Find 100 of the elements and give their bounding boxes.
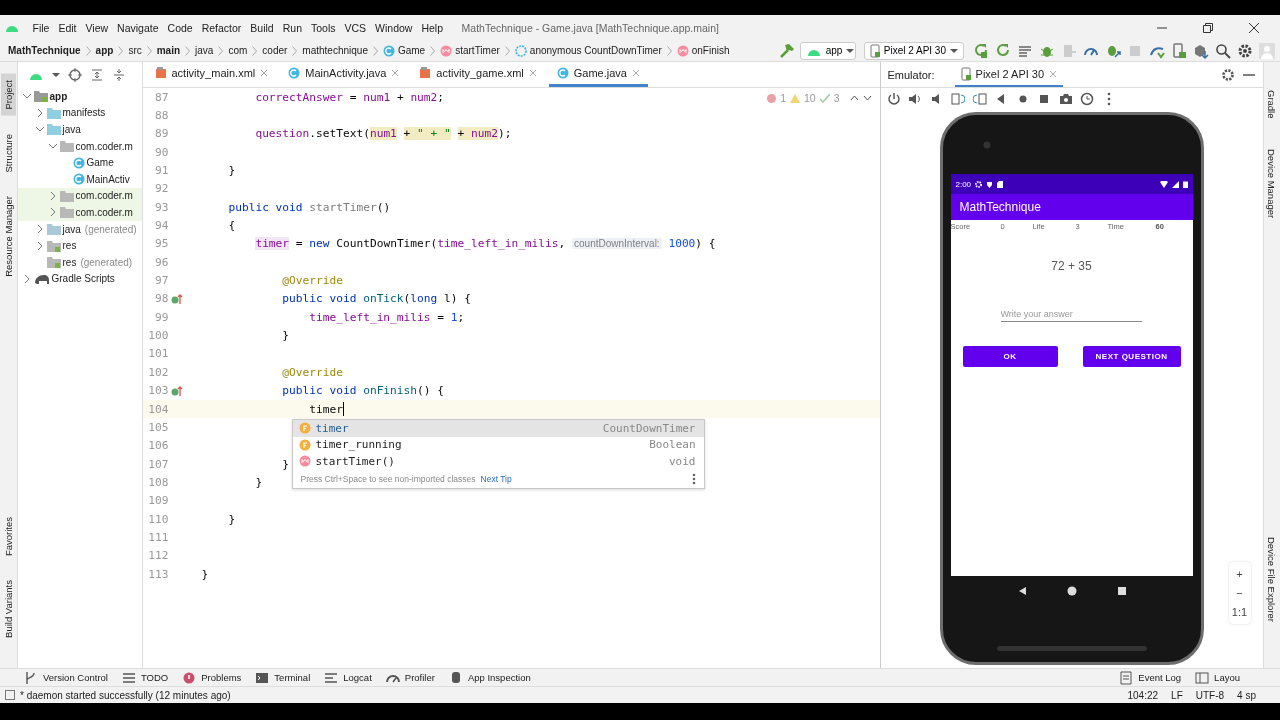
menu-item[interactable]: Edit — [53, 21, 81, 34]
status-item[interactable]: 4 sp — [1237, 689, 1256, 701]
breadcrumb-item[interactable]: com — [228, 45, 248, 56]
home-icon[interactable] — [1066, 585, 1077, 596]
camera-icon[interactable] — [1058, 92, 1073, 106]
completion-item[interactable]: timer_running Boolean — [292, 436, 704, 454]
overview-icon[interactable] — [1116, 585, 1127, 596]
tool-window-tab[interactable]: Gradle — [1264, 84, 1280, 125]
emulator-tab[interactable]: Pixel 2 API 30 — [954, 62, 1064, 87]
tree-item[interactable]: Game — [17, 154, 142, 171]
device-dropdown[interactable]: Pixel 2 API 30 — [863, 41, 964, 60]
next-question-button[interactable]: NEXT QUESTION — [1082, 346, 1181, 367]
breadcrumb-item[interactable]: java — [195, 45, 214, 56]
menu-item[interactable]: Refactor — [197, 21, 246, 34]
menu-item[interactable]: Run — [278, 21, 307, 34]
tool-window-tab[interactable]: App Inspection — [448, 670, 531, 685]
tool-window-tab[interactable]: Problems — [182, 670, 242, 685]
breadcrumb-item[interactable]: main — [156, 45, 181, 56]
locate-icon[interactable] — [67, 68, 82, 82]
editor-tab[interactable]: Game.java — [548, 62, 648, 87]
tree-item[interactable]: com.coder.m — [17, 187, 142, 205]
overview-icon[interactable] — [1037, 92, 1051, 106]
answer-field[interactable]: Write your answer — [1000, 307, 1142, 322]
menu-item[interactable]: Code — [163, 21, 198, 34]
editor-tab[interactable]: MainActivity.java — [280, 62, 408, 87]
run-config-dropdown[interactable]: app — [799, 41, 856, 60]
status-item[interactable]: LF — [1171, 689, 1183, 701]
tool-window-tab[interactable]: Device Manager — [1264, 142, 1280, 224]
tree-item[interactable]: java (generated) — [17, 220, 142, 238]
tool-window-tab[interactable]: TODO — [121, 670, 169, 685]
tool-window-tab[interactable]: Project — [0, 74, 16, 116]
menu-item[interactable]: View — [81, 21, 113, 34]
override-marker-icon[interactable] — [170, 384, 183, 397]
rerun-icon[interactable] — [973, 42, 989, 59]
menu-item[interactable]: Help — [416, 21, 448, 34]
tree-item[interactable]: manifests — [17, 104, 142, 122]
tree-item[interactable]: Gradle Scripts — [17, 270, 142, 288]
tree-item[interactable]: com.coder.m — [17, 137, 142, 155]
hammer-icon[interactable] — [778, 42, 795, 59]
tree-item[interactable]: res (generated) — [17, 253, 142, 271]
status-toggle-icon[interactable] — [5, 690, 15, 700]
breadcrumb-item[interactable]: coder — [262, 45, 288, 56]
editor-tab[interactable]: activity_game.xml — [411, 62, 545, 87]
breadcrumb-item[interactable]: MathTechnique — [8, 45, 81, 56]
settings-icon[interactable] — [1220, 67, 1235, 82]
tool-window-tab[interactable]: Layou — [1195, 670, 1240, 685]
breadcrumb-item[interactable]: Game — [382, 44, 426, 57]
expand-all-icon[interactable] — [89, 68, 104, 82]
menu-item[interactable]: Window — [370, 21, 417, 34]
tool-window-tab[interactable]: Terminal — [255, 670, 311, 685]
more-icon[interactable] — [691, 472, 696, 485]
zoom-button[interactable]: 1:1 — [1228, 604, 1251, 620]
status-item[interactable]: 104:22 — [1127, 689, 1159, 701]
zoom-button[interactable]: − — [1228, 585, 1251, 601]
tree-item[interactable]: res — [17, 237, 142, 254]
settings-icon[interactable] — [1237, 42, 1253, 59]
collapse-all-icon[interactable] — [111, 68, 126, 82]
completion-item[interactable]: timer CountDownTimer — [292, 420, 704, 437]
close-icon[interactable] — [632, 69, 640, 77]
ok-button[interactable]: OK — [962, 346, 1058, 367]
apply-changes-icon[interactable] — [995, 42, 1011, 59]
close-icon[interactable] — [528, 69, 537, 77]
search-icon[interactable] — [1215, 42, 1231, 59]
editor-tab[interactable]: activity_main.xml — [146, 62, 277, 87]
tool-window-tab[interactable]: Logcat — [324, 670, 372, 685]
status-item[interactable]: UTF-8 — [1195, 689, 1225, 701]
completion-item[interactable]: startTimer() void — [292, 453, 704, 470]
menu-item[interactable]: VCS — [340, 21, 371, 34]
snapshot-icon[interactable] — [1080, 92, 1094, 106]
tree-item[interactable]: MainActiv — [17, 170, 142, 188]
close-icon[interactable] — [391, 69, 400, 77]
breadcrumb-item[interactable]: mathtechnique — [302, 45, 368, 56]
close-icon[interactable] — [260, 69, 269, 77]
tool-window-tab[interactable]: Profiler — [385, 670, 435, 685]
tool-window-tab[interactable]: Event Log — [1119, 670, 1182, 685]
power-icon[interactable] — [886, 92, 901, 106]
tree-item[interactable]: app — [17, 88, 142, 105]
menu-item[interactable]: Tools — [306, 21, 340, 34]
zoom-button[interactable]: + — [1228, 566, 1251, 582]
tree-item[interactable]: java — [17, 121, 142, 138]
tool-window-tab[interactable]: Structure — [0, 127, 16, 179]
tool-window-tab[interactable]: Device File Explorer — [1264, 531, 1280, 628]
breadcrumb-item[interactable]: src — [128, 45, 142, 56]
breadcrumb-item[interactable]: anonymous CountDownTimer — [514, 44, 662, 57]
menu-item[interactable]: Navigate — [112, 21, 164, 34]
rotate-left-icon[interactable] — [951, 92, 965, 106]
tool-window-tab[interactable]: Version Control — [24, 670, 108, 685]
close-icon[interactable] — [1049, 69, 1058, 78]
next-tip-link[interactable]: Next Tip — [480, 473, 512, 484]
menu-item[interactable]: File — [28, 21, 54, 34]
tool-window-tab[interactable]: Resource Manager — [0, 190, 16, 283]
override-marker-icon[interactable] — [170, 292, 183, 305]
rotate-right-icon[interactable] — [972, 92, 987, 106]
device-manager-icon[interactable] — [1171, 42, 1187, 59]
breadcrumb-item[interactable]: onFinish — [676, 44, 730, 57]
breadcrumb-item[interactable]: app — [95, 45, 114, 56]
tool-window-tab[interactable]: Build Variants — [0, 574, 16, 644]
tree-item[interactable]: com.coder.m — [17, 204, 142, 221]
volume-up-icon[interactable] — [908, 92, 922, 106]
menu-item[interactable]: Build — [245, 21, 279, 34]
